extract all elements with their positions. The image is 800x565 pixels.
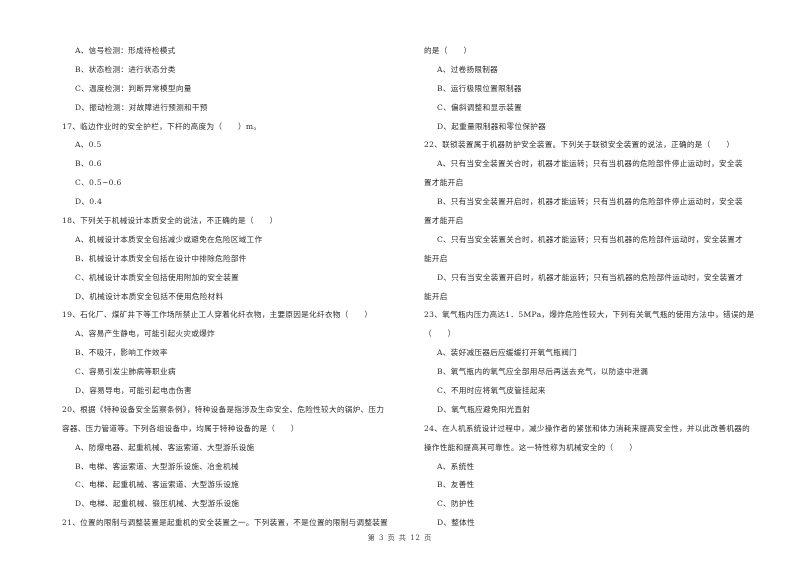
question-text: 24、在人机系统设计过程中，减少操作者的紧张和体力消耗来提高安全性，并以此改善机… (424, 423, 751, 433)
page-number: 第 3 页 共 12 页 (367, 534, 433, 542)
question-text: 的是（ ） (424, 46, 472, 55)
question-text: 17、临边作业时的安全护栏，下杆的高度为（ ）m。 (62, 121, 262, 131)
answer-option: C、防护性 (437, 499, 475, 509)
answer-option: A、0.5 (75, 140, 102, 150)
question-text: 18、下列关于机械设计本质安全的说法，不正确的是（ ） (62, 216, 278, 226)
answer-option: B、只有当安全装置开启时，机器才能运转；只有当机器的危险部件停止运动时，安全装 (437, 197, 743, 207)
left-column: A、信号检测：形成待检模式 B、状态检测：进行状态分类 C、温度检测：判断异常模型向… (62, 42, 418, 533)
answer-option: B、不吸汗，影响工作效率 (75, 348, 168, 358)
answer-option: C、机械设计本质安全包括使用附加的安全装置 (75, 272, 239, 282)
answer-option: C、只有当安全装置关合时，机器才能运转；只有当机器的危险部件运动时，安全装置才 (437, 234, 744, 244)
question-text: 操作性能和提高其可靠性。这一特性称为机械安全的（ ） (424, 442, 638, 452)
answer-option: C、温度检测：判断异常模型向量 (75, 83, 192, 93)
answer-option: A、装好减压器后应缓缓打开氧气瓶阀门 (437, 348, 577, 358)
answer-option: B、氧气瓶内的氧气应全部用尽后再送去充气，以防途中泄漏 (437, 367, 649, 377)
answer-option: D、容易导电，可能引起电击伤害 (75, 386, 192, 396)
answer-option: B、机械设计本质安全包括在设计中排除危险部件 (75, 253, 247, 263)
answer-option: A、系统性 (437, 461, 475, 471)
answer-option: C、0.5~0.6 (75, 178, 122, 188)
answer-option: B、状态检测：进行状态分类 (75, 64, 176, 74)
answer-option: B、运行极限位置限制器 (437, 83, 522, 93)
answer-option: D、振动检测：对故障进行预测和干预 (75, 102, 208, 112)
answer-option: D、电梯、起重机械、锻压机械、大型游乐设施 (75, 499, 240, 509)
question-text: 容器、压力管道等。下列各组设备中，均属于特种设备的是（ ） (62, 423, 299, 433)
answer-option: A、防爆电器、起重机械、客运索道、大型游乐设施 (75, 442, 255, 452)
question-text: 23、氧气瓶内压力高达1．5MPa，爆炸危险性较大，下列有关氧气瓶的使用方法中，… (424, 310, 755, 320)
right-column: 的是（ ） A、过卷扬限制器 B、运行极限位置限制器 C、偏斜调整和显示装置 D、起重量… (424, 42, 780, 533)
answer-option: B、友善性 (437, 480, 475, 490)
answer-option: A、机械设计本质安全包括减少或避免在危险区域工作 (75, 234, 263, 244)
answer-option: C、电梯、起重机械、客运索道、大型游乐设施 (75, 480, 239, 490)
question-text: 20、根据《特种设备安全监察条例》，特种设备是指涉及生命安全、危险性较大的锅炉、… (62, 404, 385, 414)
answer-option: D、整体性 (437, 518, 475, 528)
answer-option: C、不用时应将氧气皮管挂起来 (437, 386, 546, 396)
answer-option: A、只有当安全装置关合时，机器才能运转；只有当机器的危险部件停止运动时，安全装 (437, 159, 743, 169)
answer-option: D、0.4 (75, 197, 103, 207)
question-text: 置才能开启 (424, 178, 464, 188)
answer-option: D、机械设计本质安全包括不使用危险材料 (75, 291, 224, 301)
answer-option: A、信号检测：形成待检模式 (75, 46, 176, 55)
question-text: 22、联锁装置属于机器防护安全装置。下列关于联锁安全装置的说法，正确的是（ ） (424, 140, 735, 150)
question-text: 19、石化厂、煤矿井下等工作场所禁止工人穿着化纤衣物，主要原因是化纤衣物（ ） (62, 310, 373, 320)
question-text: 21、位置的限制与调整装置是起重机的安全装置之一。下列装置，不是位置的限制与调整… (62, 518, 389, 528)
question-text: 置才能开启 (424, 216, 464, 226)
answer-option: D、氧气瓶应避免阳光直射 (437, 404, 531, 414)
answer-option: B、0.6 (75, 159, 102, 169)
answer-option: D、只有当安全装置开启时，机器才能运转；只有当机器的危险部件运动时，安全装置才 (437, 272, 744, 282)
answer-option: A、过卷扬限制器 (437, 64, 499, 74)
question-text: 能开启 (424, 253, 448, 263)
answer-option: C、偏斜调整和显示装置 (437, 102, 523, 112)
answer-option: A、容易产生静电，可能引起火灾或爆炸 (75, 329, 215, 339)
answer-option: C、容易引发尘肺病等职业病 (75, 367, 176, 377)
question-text: （ ） (424, 329, 456, 339)
question-text: 能开启 (424, 291, 448, 301)
answer-option: D、起重量限制器和零位保护器 (437, 121, 547, 131)
answer-option: B、电梯、客运索道、大型游乐设施、冶金机械 (75, 461, 239, 471)
